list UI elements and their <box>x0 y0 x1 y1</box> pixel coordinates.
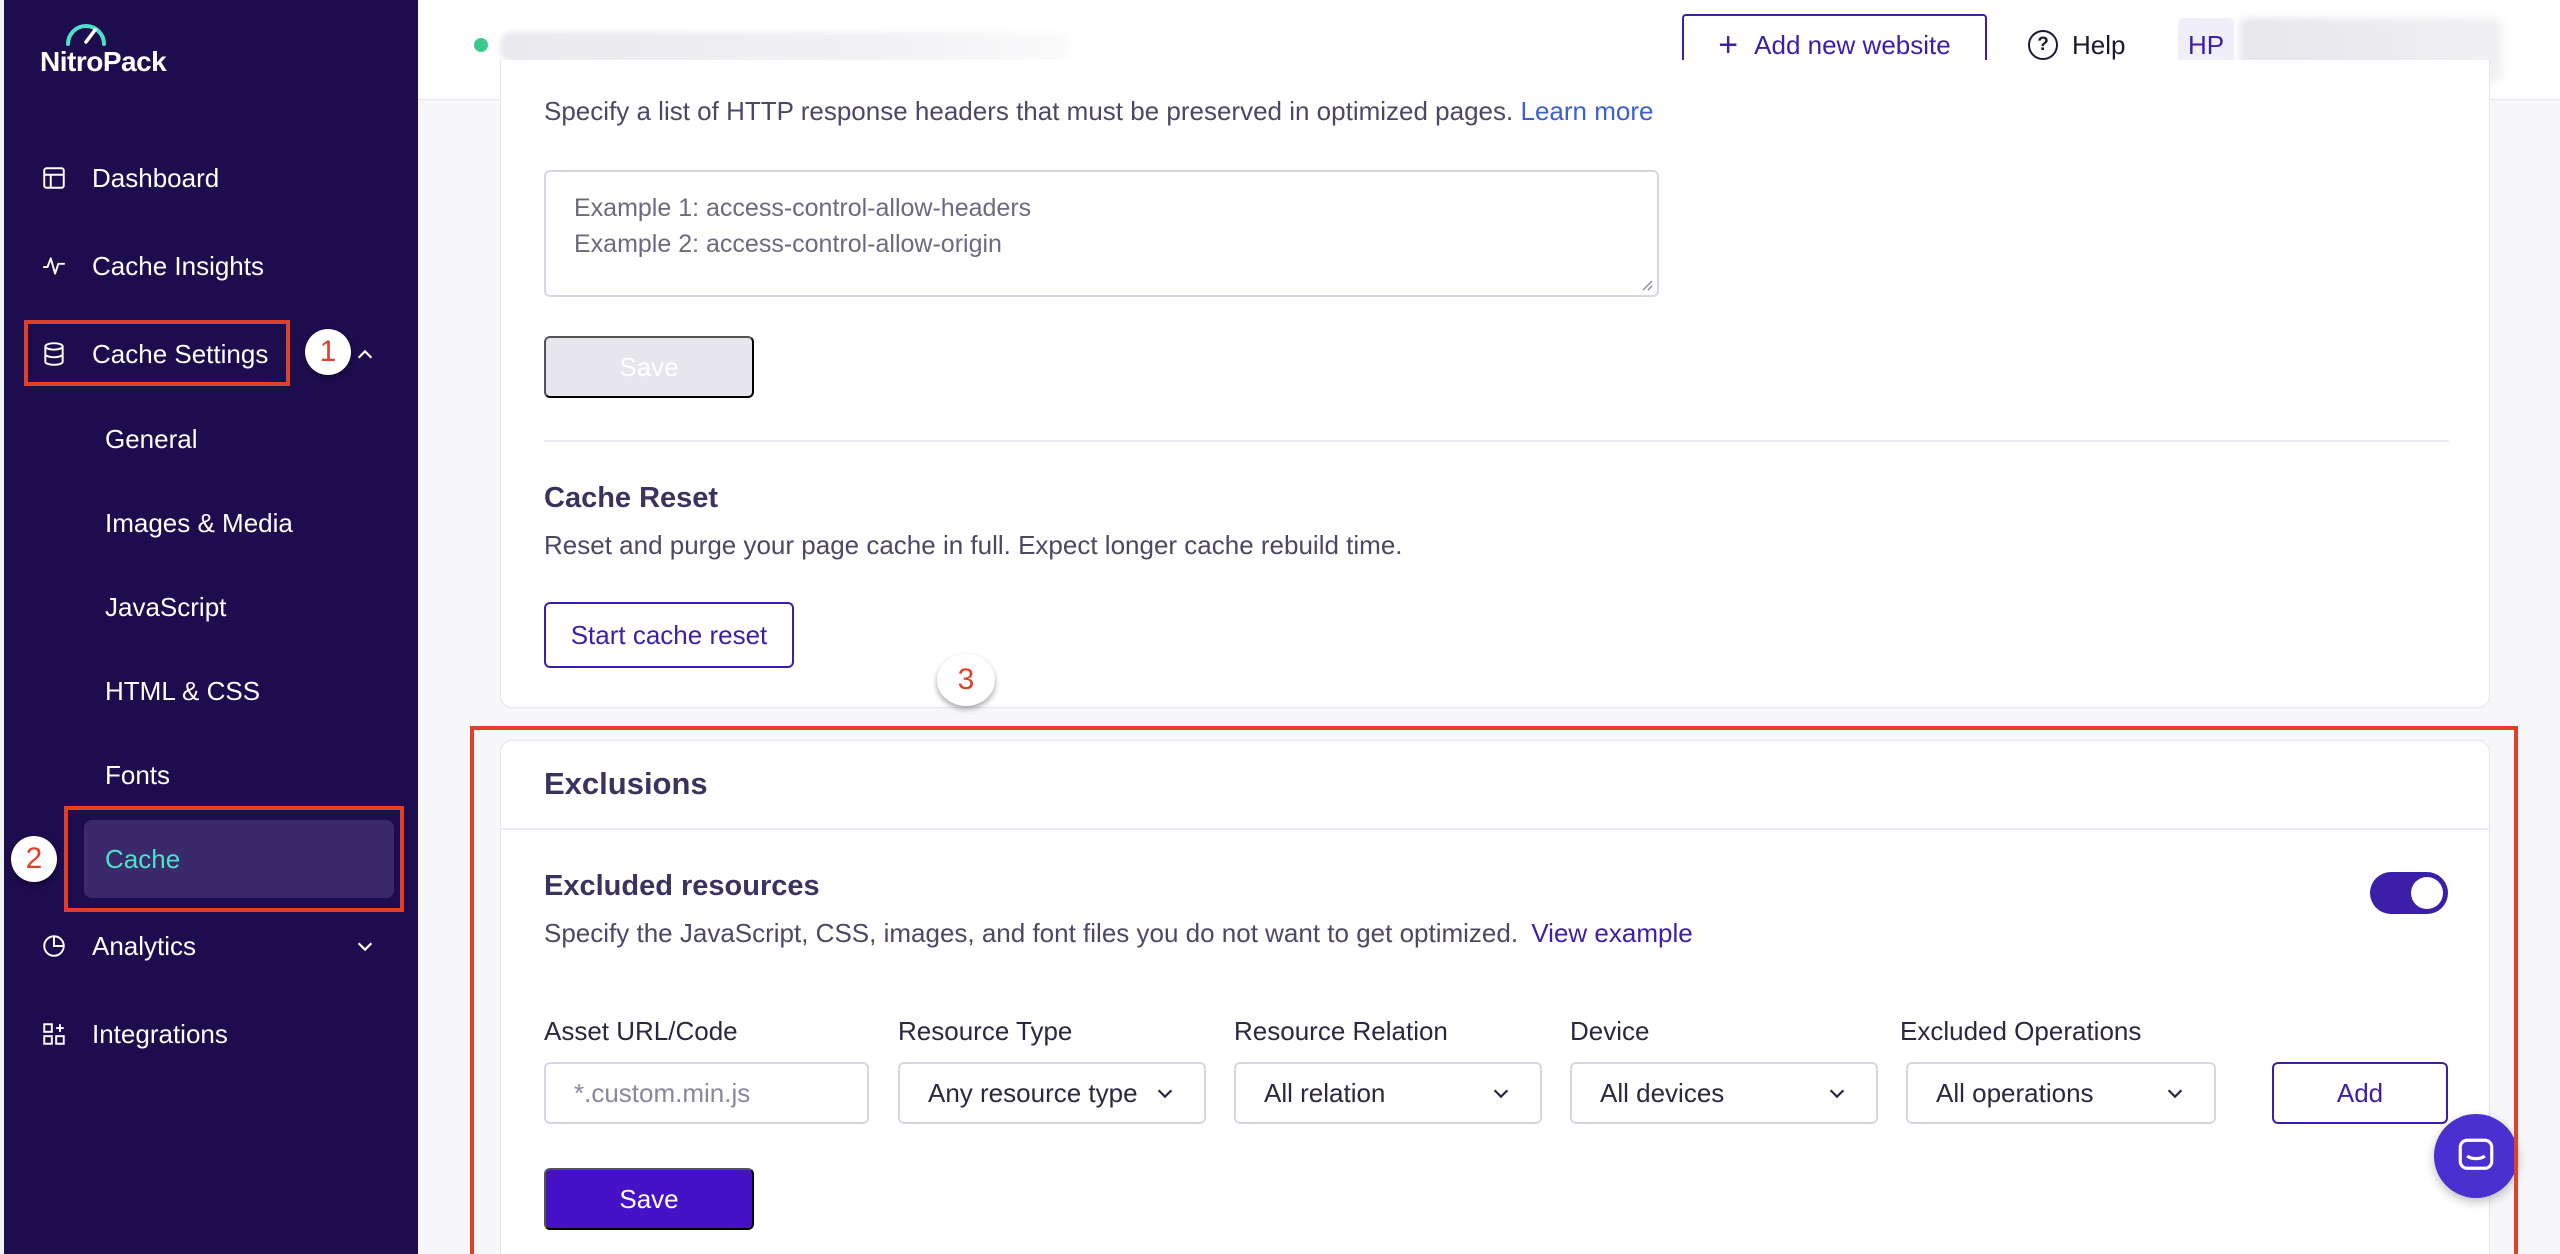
chevron-up-icon[interactable] <box>354 344 376 366</box>
pie-chart-icon <box>40 932 68 960</box>
preserved-headers-textarea[interactable]: Example 1: access-control-allow-headers … <box>544 170 1659 297</box>
sidebar-item-label: Dashboard <box>92 162 220 193</box>
section-divider <box>544 440 2449 442</box>
logo-text: NitroPack <box>40 46 167 77</box>
annotation-marker-1: 1 <box>305 329 351 375</box>
sidebar-item-label: Analytics <box>92 930 197 961</box>
sidebar-subitem-html-css[interactable]: HTML & CSS <box>105 671 260 711</box>
sidebar-item-cache-insights[interactable]: Cache Insights <box>40 240 264 292</box>
sidebar-item-label: Integrations <box>92 1018 228 1049</box>
annotation-box-3 <box>470 726 2518 1254</box>
annotation-box-2 <box>64 806 404 912</box>
sidebar-subitem-javascript[interactable]: JavaScript <box>105 587 226 627</box>
sidebar-item-analytics[interactable]: Analytics <box>40 920 196 972</box>
learn-more-link[interactable]: Learn more <box>1520 96 1653 126</box>
cache-reset-description: Reset and purge your page cache in full.… <box>544 530 1403 560</box>
sidebar: NitroPack Dashboard Cache Insights Cache… <box>0 0 418 1254</box>
grid-icon <box>40 1020 68 1048</box>
sidebar-item-dashboard[interactable]: Dashboard <box>40 152 219 204</box>
headers-save-button[interactable]: Save <box>544 336 754 398</box>
site-status-dot <box>474 38 488 52</box>
sidebar-subitem-images-media[interactable]: Images & Media <box>105 503 293 543</box>
annotation-marker-2: 2 <box>11 836 57 882</box>
sidebar-subitem-fonts[interactable]: Fonts <box>105 755 170 795</box>
annotation-box-1 <box>24 320 290 386</box>
sidebar-subitem-general[interactable]: General <box>105 419 198 459</box>
textarea-placeholder-line-1: Example 1: access-control-allow-headers <box>574 194 1032 222</box>
cache-reset-title: Cache Reset <box>544 482 719 514</box>
textarea-placeholder-line-2: Example 2: access-control-allow-origin <box>574 230 1002 258</box>
resize-grip-icon[interactable] <box>1639 277 1653 291</box>
plus-icon: + <box>1718 26 1739 64</box>
pulse-icon <box>40 252 68 280</box>
sidebar-item-label: Cache Insights <box>92 250 264 281</box>
help-icon: ? <box>2028 30 2058 60</box>
add-new-website-label: Add new website <box>1754 29 1951 60</box>
help-label: Help <box>2072 29 2126 60</box>
chevron-down-icon[interactable] <box>354 935 376 957</box>
sidebar-item-integrations[interactable]: Integrations <box>40 1008 228 1060</box>
preserved-headers-description: Specify a list of HTTP response headers … <box>544 96 1654 126</box>
nitropack-logo[interactable]: NitroPack <box>40 18 190 78</box>
site-domain-redacted <box>500 32 1070 62</box>
annotation-marker-3: 3 <box>937 654 995 706</box>
start-cache-reset-button[interactable]: Start cache reset <box>544 602 794 668</box>
cache-settings-card <box>500 60 2490 708</box>
speedometer-icon <box>66 24 106 46</box>
dashboard-icon <box>40 164 68 192</box>
